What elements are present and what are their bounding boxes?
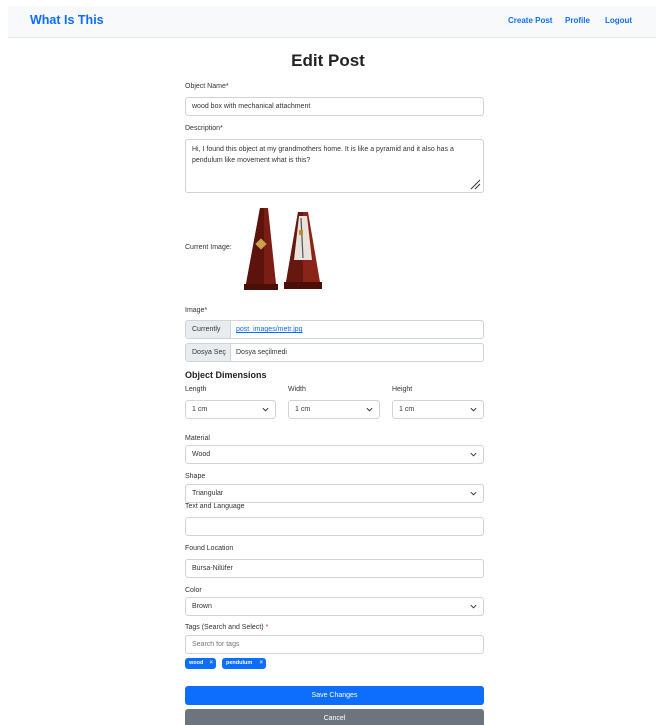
currently-group: Currently post_images/metr.jpg xyxy=(185,320,484,339)
choose-file-button[interactable]: Dosya Seç xyxy=(185,343,231,362)
chevron-down-icon xyxy=(470,491,477,496)
color-label: Color xyxy=(185,587,202,594)
nav-logout[interactable]: Logout xyxy=(605,16,632,25)
image-label: Image* xyxy=(185,307,208,314)
tags-label-text: Tags (Search and Select) xyxy=(185,624,264,631)
tag-chip[interactable]: pendulum × xyxy=(222,658,266,669)
current-image-label: Current Image: xyxy=(185,244,232,251)
height-value: 1 cm xyxy=(399,406,415,413)
resize-handle-icon[interactable] xyxy=(470,179,481,190)
current-image-link[interactable]: post_images/metr.jpg xyxy=(236,326,303,333)
length-value: 1 cm xyxy=(192,406,208,413)
width-select[interactable]: 1 cm xyxy=(288,400,380,419)
height-select[interactable]: 1 cm xyxy=(392,400,484,419)
description-text: Hi, I found this object at my grandmothe… xyxy=(192,146,454,164)
remove-tag-icon[interactable]: × xyxy=(209,658,213,669)
color-value: Brown xyxy=(192,603,212,610)
chevron-down-icon xyxy=(470,407,477,412)
file-input-group[interactable]: Dosya Seç Dosya seçilmedi xyxy=(185,343,484,362)
save-changes-button[interactable]: Save Changes xyxy=(185,686,484,705)
page-title: Edit Post xyxy=(291,51,365,70)
currently-field: post_images/metr.jpg xyxy=(230,320,484,339)
dimensions-title: Object Dimensions xyxy=(185,370,267,380)
text-language-label: Text and Language xyxy=(185,503,245,510)
object-name-input[interactable]: wood box with mechanical attachment xyxy=(185,97,484,116)
tags-label: Tags (Search and Select) * xyxy=(185,624,268,631)
color-select[interactable]: Brown xyxy=(185,597,484,616)
material-value: Wood xyxy=(192,451,211,458)
chevron-down-icon xyxy=(262,407,269,412)
metronome-image xyxy=(244,208,322,290)
shape-value: Triangular xyxy=(192,490,224,497)
width-value: 1 cm xyxy=(295,406,311,413)
nav-create-post[interactable]: Create Post xyxy=(508,16,552,25)
tag-label: wood xyxy=(189,660,204,666)
shape-label: Shape xyxy=(185,473,206,480)
brand-link[interactable]: What Is This xyxy=(30,13,104,27)
text-language-input[interactable] xyxy=(185,517,484,536)
found-location-input[interactable]: Bursa-Nilüfer xyxy=(185,559,484,578)
remove-tag-icon[interactable]: × xyxy=(259,658,263,669)
required-mark: * xyxy=(265,624,269,631)
currently-addon: Currently xyxy=(185,320,231,339)
material-label: Material xyxy=(185,435,210,442)
tag-chip[interactable]: wood × xyxy=(185,658,216,669)
height-label: Height xyxy=(392,386,413,393)
current-image xyxy=(240,204,332,292)
chevron-down-icon xyxy=(470,452,477,457)
found-location-label: Found Location xyxy=(185,545,234,552)
file-status: Dosya seçilmedi xyxy=(230,343,484,362)
cancel-button[interactable]: Cancel xyxy=(185,709,484,725)
shape-select[interactable]: Triangular xyxy=(185,484,484,503)
description-textarea[interactable]: Hi, I found this object at my grandmothe… xyxy=(185,139,484,193)
length-label: Length xyxy=(185,386,207,393)
navbar: What Is This Create Post Profile Logout xyxy=(8,6,656,38)
object-name-label: Object Name* xyxy=(185,83,229,90)
chevron-down-icon xyxy=(470,604,477,609)
chevron-down-icon xyxy=(366,407,373,412)
description-label: Description* xyxy=(185,125,223,132)
width-label: Width xyxy=(288,386,306,393)
material-select[interactable]: Wood xyxy=(185,445,484,464)
tag-label: pendulum xyxy=(226,660,253,666)
tags-search-input[interactable] xyxy=(185,635,484,654)
nav-profile[interactable]: Profile xyxy=(565,16,590,25)
length-select[interactable]: 1 cm xyxy=(185,400,276,419)
